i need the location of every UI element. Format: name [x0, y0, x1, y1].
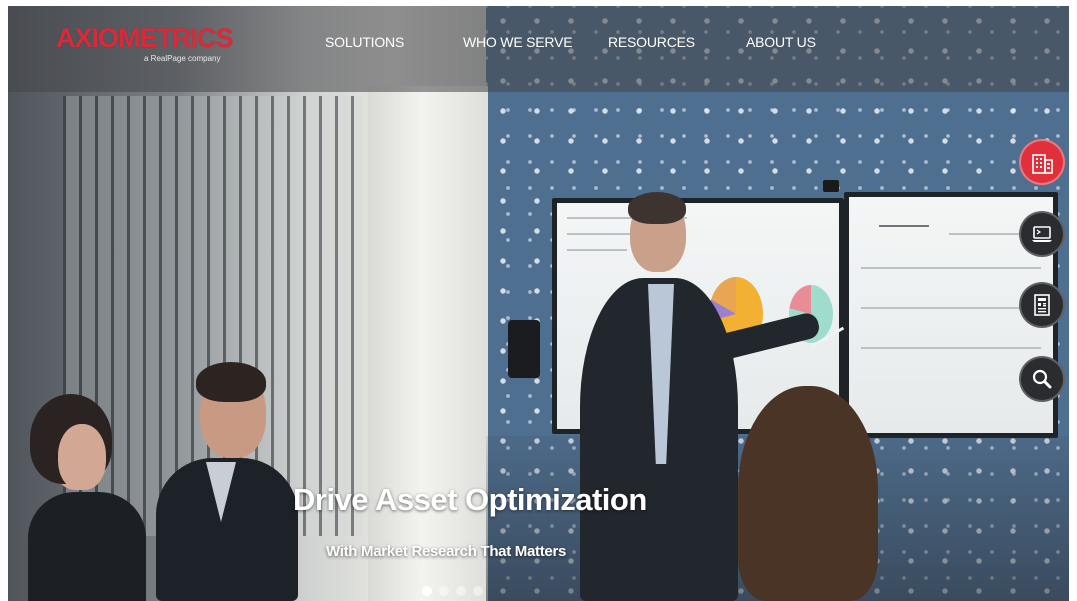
newspaper-icon — [1034, 294, 1050, 316]
camera-decoration — [823, 180, 839, 192]
carousel-dot[interactable] — [456, 586, 466, 596]
nav-resources[interactable]: RESOURCES — [608, 34, 695, 50]
carousel-dot[interactable] — [422, 586, 432, 596]
axiometrics-logo[interactable]: AXIOMETRICS a RealPage company — [56, 23, 234, 71]
carousel-dot[interactable] — [439, 586, 449, 596]
newspaper-button[interactable] — [1019, 282, 1065, 328]
building-icon — [1032, 154, 1053, 174]
logo-wordmark: AXIOMETRICS — [56, 23, 234, 53]
laptop-icon — [1032, 226, 1052, 242]
laptop-button[interactable] — [1019, 211, 1065, 257]
wall-pillar-decoration — [368, 86, 488, 601]
nav-who-we-serve[interactable]: WHO WE SERVE — [463, 34, 573, 50]
hero-subtitle: With Market Research That Matters — [326, 543, 567, 560]
nav-solutions[interactable]: SOLUTIONS — [325, 34, 404, 50]
search-button[interactable] — [1019, 356, 1065, 402]
hero-title: Drive Asset Optimization — [293, 482, 647, 517]
nav-about-us[interactable]: ABOUT US — [746, 34, 816, 50]
carousel-pagination — [422, 586, 483, 596]
search-icon — [1032, 369, 1052, 389]
top-navigation: AXIOMETRICS a RealPage company SOLUTIONS… — [8, 6, 1069, 92]
carousel-dot[interactable] — [473, 586, 483, 596]
logo-tagline: a RealPage company — [144, 54, 221, 63]
building-button[interactable] — [1019, 139, 1065, 185]
hero-carousel: AXIOMETRICS a RealPage company SOLUTIONS… — [8, 6, 1069, 601]
speaker-decoration — [508, 320, 540, 378]
